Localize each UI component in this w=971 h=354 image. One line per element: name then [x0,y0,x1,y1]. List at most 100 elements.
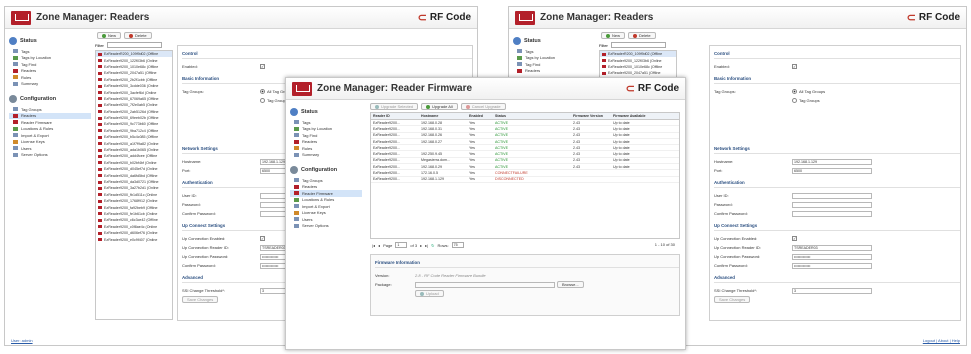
cancel-upgrade-button[interactable]: Cancel Upgrade [460,103,506,110]
sidebar-item-server-options[interactable]: Server Options [9,152,91,159]
filter-label: Filter [95,42,104,48]
reader-icon [98,142,102,146]
add-icon [606,33,610,38]
refresh-icon[interactable]: ↻ [431,243,434,248]
table-cell: EzReader9200... [373,158,400,163]
right-confirm-field[interactable] [792,210,872,217]
table-cell: Yes [469,133,475,138]
upconnect-enabled-checkbox[interactable]: ✓ [260,236,265,241]
user-link[interactable]: User: admin [11,338,33,343]
key-icon [13,139,18,144]
right-all-tag-groups-radio[interactable] [792,89,797,94]
right-enabled-checkbox[interactable]: ✓ [792,64,797,69]
right-delete-button[interactable]: Delete [628,32,656,39]
logout-about-help-links[interactable]: Logout | About | Help [923,338,960,343]
new-button[interactable]: New [97,32,122,39]
reader-icon [602,59,606,63]
save-changes-button[interactable]: Save Changes [182,296,219,303]
fw-config-header[interactable]: Configuration [290,166,362,174]
zone-manager-logo-icon [11,10,31,25]
table-cell: Yes [469,126,475,131]
right-save-button[interactable]: Save Changes [714,296,751,303]
tag-groups-radio[interactable] [260,98,265,103]
table-cell: 2.43 [573,139,580,144]
column-header[interactable]: Hostname [419,114,467,118]
table-cell: 192.168.0.31 [421,126,442,131]
page-input[interactable]: 1 [395,242,408,248]
column-header[interactable]: Firmware Available [611,114,677,118]
all-tag-groups-radio[interactable] [260,89,265,94]
fw-status-header[interactable]: Status [290,108,362,116]
table-cell: Up to date [613,126,630,131]
upgrade-all-button[interactable]: Upgrade All [421,103,458,110]
right-user-id-field[interactable] [792,192,872,199]
upgrade-icon [426,104,431,109]
reader-icon [294,139,299,144]
reader-list-item[interactable]: EzReader9200_e0c9f407 (Online [96,236,172,242]
reader-icon [98,218,102,222]
fw-sidebar-item-summary[interactable]: Summary [290,152,362,159]
right-upconnect-pw-field[interactable]: ••••••••••••• [792,253,872,260]
next-page-icon[interactable]: ▸ [420,243,422,248]
first-page-icon[interactable]: |◂ [372,243,375,248]
delete-icon [633,33,638,38]
upload-button[interactable]: Upload [415,290,444,297]
delete-button[interactable]: Delete [124,32,152,39]
right-upconnect-reader-field[interactable]: TSREADER03 [792,244,872,251]
table-cell: 2.43 [573,164,580,169]
enabled-checkbox[interactable]: ✓ [260,64,265,69]
right-upconnect-confirm-field[interactable]: ••••••••••••• [792,262,872,269]
upgrade-selected-button[interactable]: Upgrade Selected [370,103,419,110]
right-detail-panel: Control Enabled: ✓ Basic Information Tag … [709,45,961,321]
right-new-button[interactable]: New [601,32,626,39]
sidebar-status-header[interactable]: Status [9,37,91,45]
table-cell: Up to date [613,164,630,169]
upconnect-enabled-label: Up Connection Enabled: [182,236,226,241]
reader-icon [13,113,18,118]
table-cell: 2.43 [573,158,580,163]
ssi-label: SSI Change Threshold*: [182,288,226,293]
status-icon [290,108,298,116]
table-cell: EzReader9200... [373,177,400,182]
reader-icon [98,238,102,242]
table-cell: EzReader9200... [373,139,400,144]
package-file-input[interactable] [415,281,555,288]
user-id-label: User ID: [182,193,197,198]
firmware-info-panel: Firmware Information Version: 2.8 - RF Co… [370,254,680,316]
right-hostname-field[interactable]: 192.168.1.129 [792,158,872,165]
right-password-field[interactable] [792,201,872,208]
port-label: Port: [182,168,191,173]
reader-icon [98,65,102,69]
column-header[interactable]: Status [493,114,571,118]
reader-icon [98,167,102,171]
right-upconnect-checkbox[interactable]: ✓ [792,236,797,241]
right-sidebar-item-readers[interactable]: Readers [513,68,595,75]
prev-page-icon[interactable]: ◂ [378,243,380,248]
sidebar-item-summary[interactable]: Summary [9,81,91,88]
table-row[interactable]: EzReader9200... 192.168.1.129 Yes DISCONNEC… [371,177,679,183]
table-cell: ACTIVE [495,133,508,138]
fw-sidebar-item-server-options[interactable]: Server Options [290,223,362,230]
reader-icon [602,71,606,75]
right-ssi-field[interactable]: 3 [792,287,872,294]
column-header[interactable]: Enabled [467,114,493,118]
page-title: Zone Manager: Readers [36,12,150,23]
reader-icon [98,97,102,101]
right-port-field[interactable]: 6500 [792,167,872,174]
confirm-password-label: Confirm Password: [182,211,216,216]
last-page-icon[interactable]: ▸| [425,243,428,248]
right-status-header[interactable]: Status [513,37,595,45]
server-icon [13,152,18,157]
column-header[interactable]: Firmware Version [571,114,611,118]
cancel-icon [465,104,470,109]
right-filter-input[interactable] [610,42,666,48]
reader-icon [98,161,102,165]
browse-button[interactable]: Browse... [557,281,584,288]
column-header[interactable]: Reader ID [371,114,419,118]
filter-input[interactable] [106,42,162,48]
locations-icon [13,126,18,131]
sidebar-config-header[interactable]: Configuration [9,95,91,103]
rows-select[interactable]: 75 [451,242,464,248]
right-tag-groups-radio[interactable] [792,98,797,103]
rfcode-arc-icon: ⊂ [625,83,635,95]
